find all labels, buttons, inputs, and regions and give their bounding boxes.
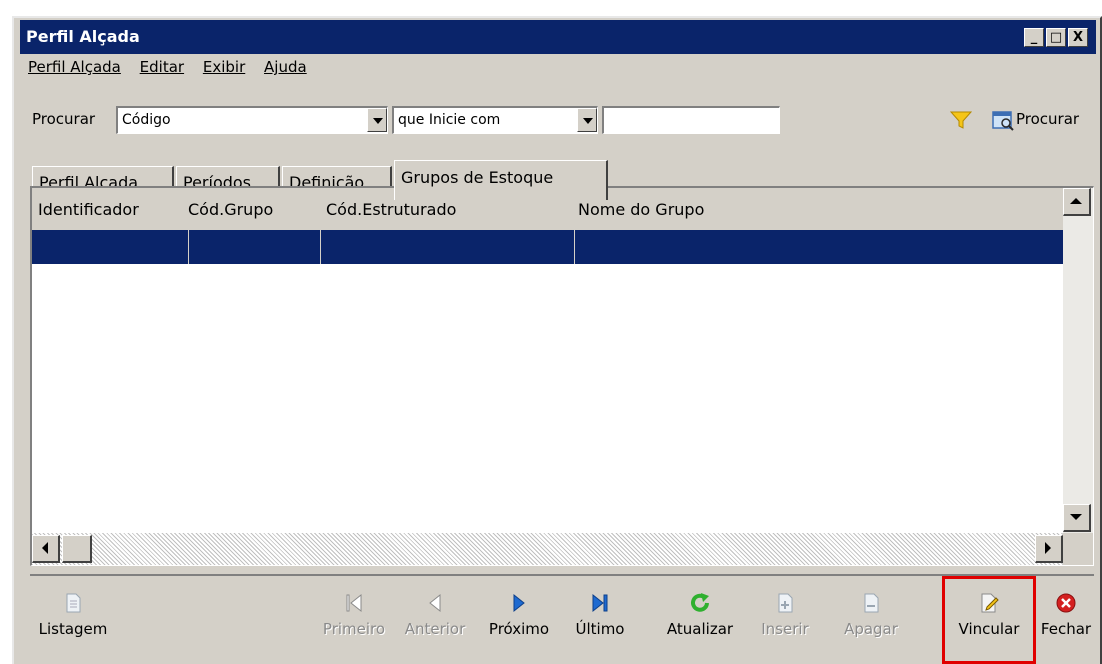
- document-icon: [66, 593, 81, 613]
- search-field-select[interactable]: Código: [116, 106, 388, 134]
- search-row: Procurar Código que Inicie com Procurar: [20, 106, 1100, 136]
- fechar-label: Fechar: [1040, 620, 1092, 638]
- menu-exibir[interactable]: Exibir: [203, 58, 245, 76]
- primeiro-button[interactable]: Primeiro: [318, 582, 390, 654]
- listagem-button[interactable]: Listagem: [30, 582, 116, 654]
- window-title: Perfil Alçada: [26, 27, 140, 46]
- close-window-button[interactable]: X: [1068, 28, 1088, 47]
- scroll-corner: [1063, 533, 1093, 565]
- menu-bar: Perfil Alçada Editar Exibir Ajuda: [28, 58, 321, 86]
- horizontal-scrollbar[interactable]: [32, 533, 1063, 565]
- listagem-label: Listagem: [38, 620, 108, 638]
- insert-icon: [778, 593, 793, 613]
- search-field-value: Código: [122, 112, 171, 128]
- atualizar-button[interactable]: Atualizar: [658, 582, 742, 654]
- arrow-up-icon: [1070, 198, 1082, 204]
- groups-grid[interactable]: Identificador Cód.Grupo Cód.Estruturado …: [30, 186, 1094, 566]
- apagar-button[interactable]: Apagar: [840, 582, 902, 654]
- column-header-cod-grupo[interactable]: Cód.Grupo: [188, 200, 273, 219]
- cell-divider: [320, 230, 321, 264]
- proximo-button[interactable]: Próximo: [482, 582, 556, 654]
- inserir-button[interactable]: Inserir: [754, 582, 816, 654]
- table-row[interactable]: [32, 230, 1063, 264]
- scroll-left-button[interactable]: [32, 535, 60, 563]
- ultimo-button[interactable]: Último: [570, 582, 630, 654]
- highlight-box: [942, 576, 1036, 664]
- scroll-up-button[interactable]: [1063, 188, 1091, 216]
- primeiro-label: Primeiro: [322, 620, 386, 638]
- search-condition-value: que Inicie com: [398, 112, 501, 128]
- scroll-thumb[interactable]: [62, 535, 92, 563]
- chevron-down-icon[interactable]: [577, 108, 597, 132]
- inserir-label: Inserir: [761, 620, 809, 638]
- anterior-label: Anterior: [404, 620, 466, 638]
- search-condition-select[interactable]: que Inicie com: [392, 106, 598, 134]
- refresh-icon: [691, 593, 709, 612]
- title-bar[interactable]: Perfil Alçada _ □ X: [20, 20, 1096, 54]
- arrow-down-icon: [1070, 514, 1082, 520]
- scroll-down-button[interactable]: [1063, 504, 1091, 532]
- search-button-label: Procurar: [1016, 110, 1080, 128]
- anterior-button[interactable]: Anterior: [398, 582, 472, 654]
- menu-perfil-alcada[interactable]: Perfil Alçada: [28, 58, 121, 76]
- tab-grupos-de-estoque[interactable]: Grupos de Estoque: [394, 160, 608, 200]
- column-header-nome-do-grupo[interactable]: Nome do Grupo: [578, 200, 704, 219]
- previous-icon: [429, 593, 441, 613]
- delete-icon: [864, 593, 879, 613]
- filter-icon[interactable]: [950, 110, 972, 130]
- bottom-toolbar: Listagem Primeiro Anterior Próximo Últim…: [30, 574, 1094, 664]
- scroll-right-button[interactable]: [1035, 535, 1063, 563]
- cell-divider: [188, 230, 189, 264]
- column-header-cod-estruturado[interactable]: Cód.Estruturado: [326, 200, 456, 219]
- cell-divider: [574, 230, 575, 264]
- proximo-label: Próximo: [488, 620, 550, 638]
- arrow-right-icon: [1045, 542, 1051, 554]
- maximize-button[interactable]: □: [1046, 28, 1066, 47]
- vertical-scrollbar[interactable]: [1063, 188, 1093, 534]
- close-icon: [1056, 593, 1076, 613]
- chevron-down-icon[interactable]: [367, 108, 387, 132]
- atualizar-label: Atualizar: [666, 620, 734, 638]
- next-icon: [513, 593, 525, 613]
- ultimo-label: Último: [575, 620, 625, 638]
- fechar-button[interactable]: Fechar: [1040, 582, 1092, 654]
- search-input[interactable]: [602, 106, 780, 134]
- search-icon: [992, 111, 1014, 131]
- apagar-label: Apagar: [844, 620, 898, 638]
- column-header-identificador[interactable]: Identificador: [38, 200, 139, 219]
- arrow-left-icon: [42, 542, 48, 554]
- first-record-icon: [346, 593, 362, 613]
- minimize-button[interactable]: _: [1024, 28, 1044, 47]
- menu-ajuda[interactable]: Ajuda: [264, 58, 307, 76]
- last-record-icon: [592, 593, 608, 613]
- search-label: Procurar: [32, 110, 96, 128]
- menu-editar[interactable]: Editar: [140, 58, 184, 76]
